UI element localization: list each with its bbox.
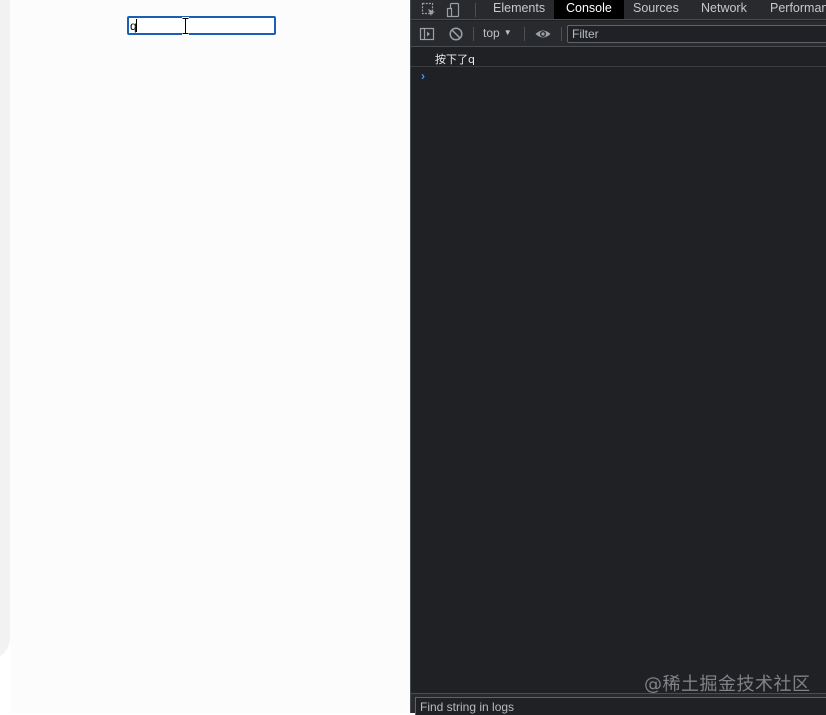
tab-console[interactable]: Console — [554, 0, 624, 19]
tab-performance[interactable]: Performan — [770, 1, 826, 19]
devtools-panel: Elements Console Sources Network Perform… — [410, 0, 826, 715]
live-expression-icon[interactable] — [534, 26, 552, 42]
toolbar-separator — [561, 27, 562, 41]
tab-elements[interactable]: Elements — [493, 1, 545, 19]
filter-input[interactable] — [567, 25, 826, 43]
console-prompt-icon[interactable]: › — [421, 69, 425, 83]
context-label: top — [483, 26, 500, 40]
dropdown-arrow-icon: ▼ — [503, 28, 512, 37]
clear-console-icon[interactable] — [448, 26, 464, 42]
webpage-viewport — [0, 0, 410, 713]
tab-sources[interactable]: Sources — [633, 1, 679, 19]
find-bar — [411, 693, 826, 715]
text-input[interactable] — [127, 16, 276, 35]
toolbar-separator — [524, 27, 525, 41]
page-canvas — [10, 0, 410, 713]
console-message: 按下了q — [411, 48, 826, 67]
tab-separator — [475, 3, 476, 17]
context-selector[interactable]: top ▼ — [483, 26, 512, 40]
inspect-element-icon[interactable] — [421, 2, 437, 18]
devtools-tabbar: Elements Console Sources Network Perform… — [411, 0, 826, 20]
console-output: 按下了q › — [411, 48, 826, 688]
page-frame — [0, 0, 10, 660]
toolbar-separator — [473, 27, 474, 41]
text-cursor-icon — [182, 17, 189, 35]
tab-network[interactable]: Network — [701, 1, 747, 19]
text-caret — [136, 19, 137, 32]
console-toolbar: top ▼ — [411, 21, 826, 47]
find-input[interactable] — [415, 697, 826, 715]
console-sidebar-icon[interactable] — [419, 26, 435, 42]
device-toolbar-icon[interactable] — [446, 2, 462, 18]
